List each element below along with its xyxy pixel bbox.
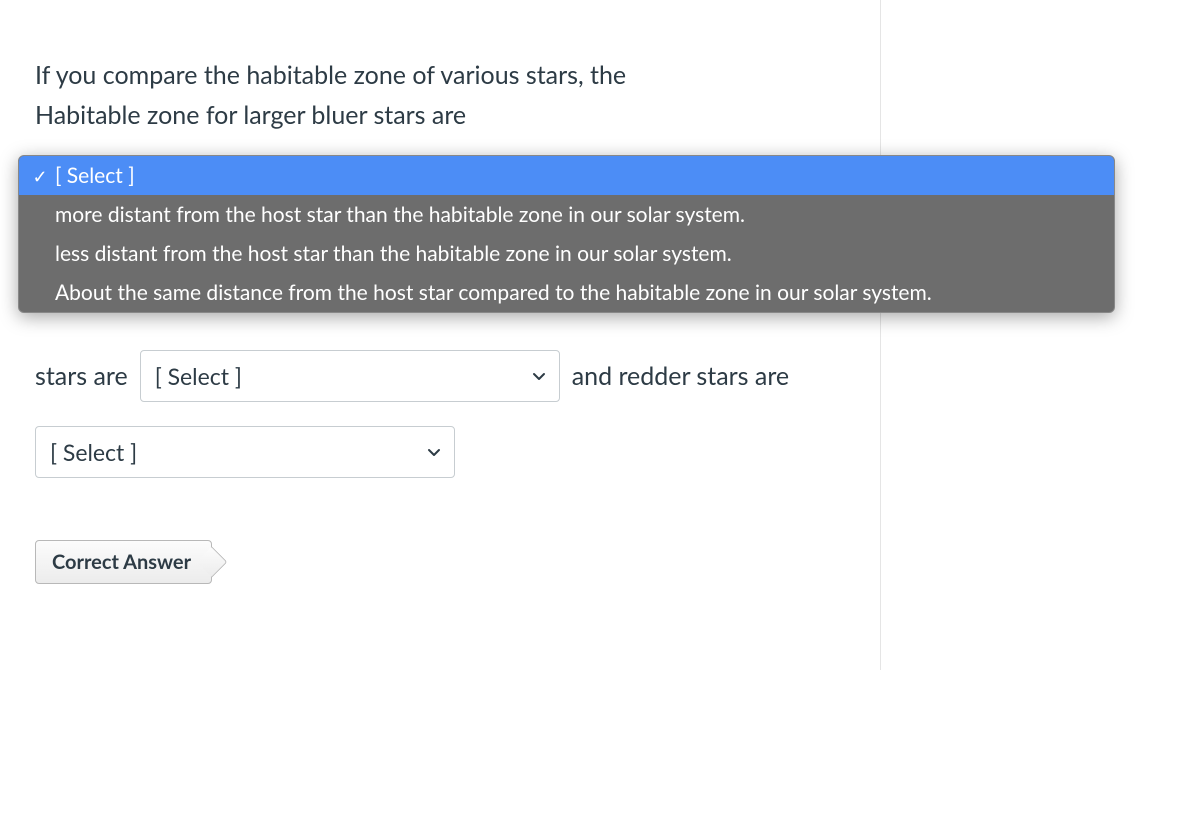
- select-3[interactable]: [ Select ]: [35, 426, 455, 478]
- arrow-notch: [197, 546, 228, 577]
- chevron-down-icon: [426, 444, 442, 460]
- select-3-value: [ Select ]: [50, 438, 137, 466]
- select-1-option-3[interactable]: About the same distance from the host st…: [19, 273, 1114, 312]
- select-1-dropdown[interactable]: ✓ [ Select ] more distant from the host …: [18, 155, 1115, 313]
- question-stem: If you compare the habitable zone of var…: [35, 55, 945, 135]
- inline-row-2: stars are [ Select ] and redder stars ar…: [35, 350, 789, 402]
- select-1-option-placeholder[interactable]: ✓ [ Select ]: [19, 156, 1114, 195]
- inline-row-3: [ Select ]: [35, 426, 455, 478]
- question-line-1: If you compare the habitable zone of var…: [35, 60, 626, 90]
- text-stars-are: stars are: [35, 361, 128, 391]
- select-2-value: [ Select ]: [155, 362, 242, 390]
- correct-answer-button[interactable]: Correct Answer: [35, 540, 212, 584]
- select-2[interactable]: [ Select ]: [140, 350, 560, 402]
- check-icon: ✓: [31, 167, 49, 185]
- chevron-down-icon: [531, 368, 547, 384]
- select-1-option-1[interactable]: more distant from the host star than the…: [19, 195, 1114, 234]
- select-1-selected-label: [ Select ]: [55, 163, 1102, 188]
- select-1-option-2[interactable]: less distant from the host star than the…: [19, 234, 1114, 273]
- correct-answer-label: Correct Answer: [52, 550, 191, 574]
- text-and-redder: and redder stars are: [572, 361, 789, 391]
- question-line-2: Habitable zone for larger bluer stars ar…: [35, 100, 466, 130]
